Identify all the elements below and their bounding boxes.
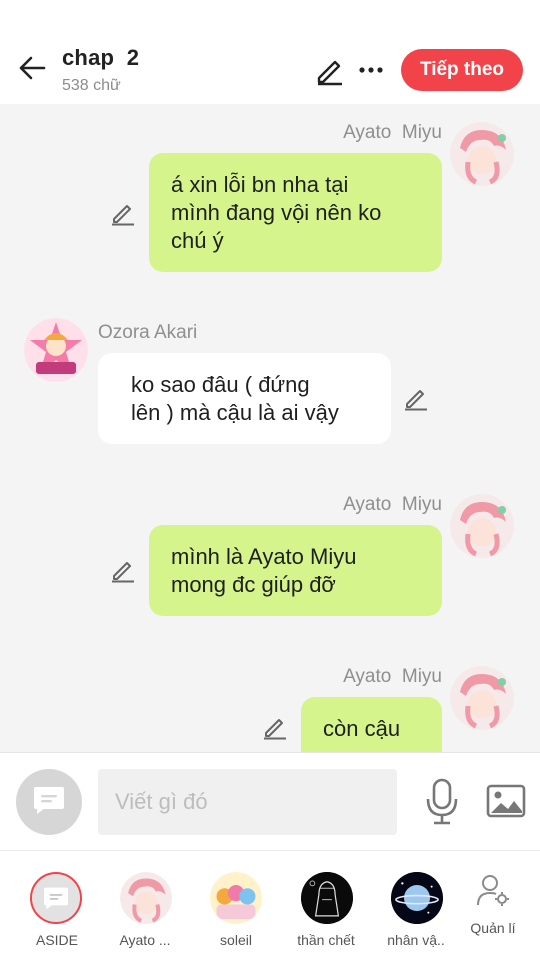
message-line: ko sao đâu ( đứng bbox=[131, 372, 310, 397]
message-bubble[interactable]: ko sao đâu ( đứng lên ) mà cậu là ai vậy bbox=[98, 353, 391, 444]
back-arrow-icon[interactable] bbox=[14, 50, 50, 86]
manage-characters-button[interactable]: Quản lí bbox=[455, 851, 531, 960]
character-tab-nhan-vat[interactable]: nhân vậ.. bbox=[371, 851, 461, 960]
header: chap 2 538 chữ Tiếp theo bbox=[0, 0, 540, 104]
microphone-icon[interactable] bbox=[422, 777, 462, 825]
image-icon[interactable] bbox=[486, 783, 526, 819]
aside-icon bbox=[30, 872, 82, 924]
sender-name: Ozora Akari bbox=[98, 322, 198, 343]
avatar bbox=[210, 872, 262, 924]
message-bubble[interactable]: á xin lỗi bn nha tại mình đang vội nên k… bbox=[149, 153, 442, 272]
message-bubble[interactable]: mình là Ayato Miyu mong đc giúp đỡ bbox=[149, 525, 442, 616]
message-input[interactable] bbox=[98, 769, 397, 835]
message-line: mình là Ayato Miyu bbox=[171, 544, 357, 569]
sender-name: Ayato Miyu bbox=[343, 122, 442, 143]
manage-user-icon bbox=[476, 873, 510, 907]
character-label: Quản lí bbox=[470, 920, 516, 936]
edit-message-icon[interactable] bbox=[262, 714, 288, 740]
composer bbox=[0, 752, 540, 850]
edit-pencil-icon[interactable] bbox=[314, 54, 346, 86]
message-line: mong đc giúp đỡ bbox=[171, 572, 336, 597]
avatar bbox=[391, 872, 443, 924]
aside-icon bbox=[32, 785, 66, 820]
character-label: soleil bbox=[220, 932, 252, 948]
sender-name: Ayato Miyu bbox=[343, 494, 442, 515]
message-line: lên ) mà cậu là ai vậy bbox=[131, 400, 339, 425]
message-line: mình đang vội nên ko bbox=[171, 200, 382, 225]
message-line: còn cậu bbox=[323, 716, 401, 741]
edit-message-icon[interactable] bbox=[110, 200, 136, 226]
avatar bbox=[120, 872, 172, 924]
chapter-title: chap 2 bbox=[62, 45, 140, 70]
aside-toggle-button[interactable] bbox=[16, 769, 82, 835]
character-label: thần chết bbox=[297, 932, 355, 948]
character-bar: ASIDE Ayato ... soleil thần chết nhân vậ… bbox=[0, 850, 540, 960]
edit-message-icon[interactable] bbox=[110, 557, 136, 583]
character-tab-soleil[interactable]: soleil bbox=[191, 851, 281, 960]
avatar[interactable] bbox=[24, 318, 88, 382]
chat-area[interactable]: Ayato Miyu á xin lỗi bn nha tại mình đan… bbox=[0, 104, 540, 752]
character-tab-than-chet[interactable]: thần chết bbox=[281, 851, 371, 960]
avatar[interactable] bbox=[450, 666, 514, 730]
message-bubble[interactable]: còn cậu bbox=[301, 697, 442, 752]
next-chapter-button[interactable]: Tiếp theo bbox=[401, 49, 523, 91]
avatar[interactable] bbox=[450, 494, 514, 558]
word-count: 538 chữ bbox=[62, 77, 121, 94]
character-label: Ayato ... bbox=[119, 932, 171, 948]
character-tab-aside[interactable]: ASIDE bbox=[12, 851, 102, 960]
character-label: ASIDE bbox=[35, 932, 78, 948]
message-line: á xin lỗi bn nha tại bbox=[171, 172, 349, 197]
avatar bbox=[301, 872, 353, 924]
avatar[interactable] bbox=[450, 122, 514, 186]
edit-message-icon[interactable] bbox=[403, 385, 429, 411]
message-line: chú ý bbox=[171, 228, 224, 253]
more-options-icon[interactable] bbox=[354, 54, 388, 86]
sender-name: Ayato Miyu bbox=[343, 666, 442, 687]
character-tab-ayato[interactable]: Ayato ... bbox=[100, 851, 190, 960]
